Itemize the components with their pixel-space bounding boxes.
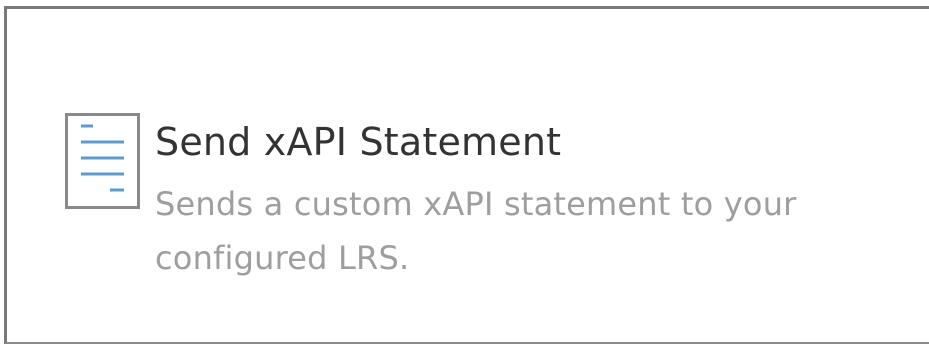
document-icon: [65, 113, 140, 209]
card-description: Sends a custom xAPI statement to your co…: [155, 185, 797, 277]
card-title: Send xAPI Statement: [155, 120, 562, 164]
send-xapi-statement-card[interactable]: Send xAPI Statement Sends a custom xAPI …: [4, 6, 929, 344]
